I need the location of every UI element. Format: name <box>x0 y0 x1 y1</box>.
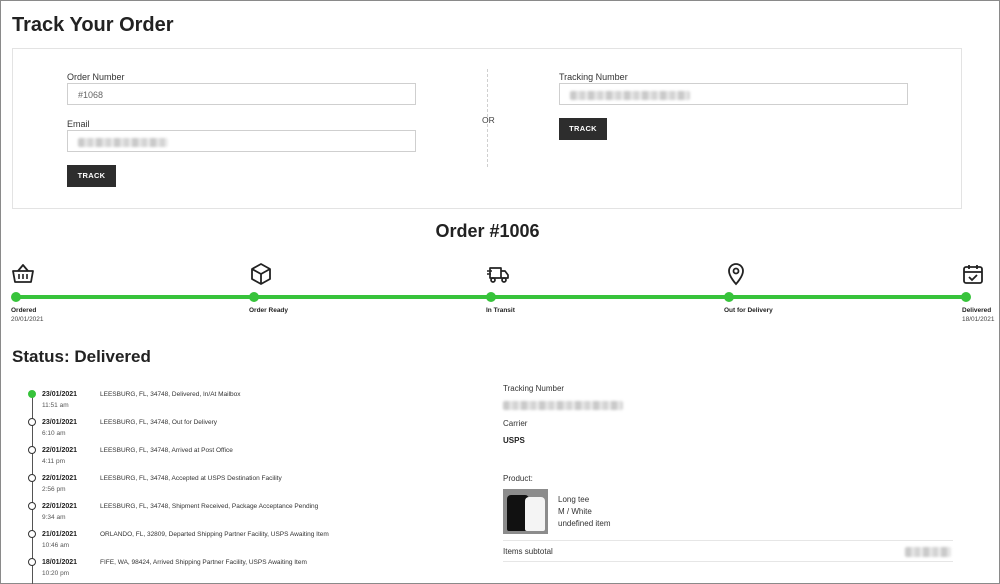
timeline-dot <box>28 530 36 538</box>
tracking-number-label: Tracking Number <box>559 72 628 82</box>
step-label: Out for Delivery <box>724 307 773 314</box>
items-subtotal-label: Items subtotal <box>503 547 553 556</box>
event-description: LEESBURG, FL, 34748, Delivered, In/At Ma… <box>100 391 241 398</box>
tracking-number-redacted <box>570 91 690 101</box>
step-label: Ordered <box>11 307 37 314</box>
step-label: Delivered <box>962 307 992 314</box>
order-number-label: Order Number <box>67 72 125 82</box>
timeline-dot <box>28 474 36 482</box>
step-dot <box>249 292 259 302</box>
tracking-number-heading: Tracking Number <box>503 384 565 393</box>
timeline-event: 23/01/2021 6:10 am LEESBURG, FL, 34748, … <box>18 416 488 444</box>
carrier-heading: Carrier <box>503 419 528 428</box>
calendar-check-icon <box>963 265 983 284</box>
event-description: LEESBURG, FL, 34748, Out for Delivery <box>100 419 218 426</box>
timeline-event: 21/01/2021 10:46 am ORLANDO, FL, 32809, … <box>18 528 488 556</box>
product-image <box>503 489 548 534</box>
event-time: 9:34 am <box>42 514 66 521</box>
event-date: 22/01/2021 <box>42 447 78 454</box>
white-tee <box>525 497 545 531</box>
event-date: 22/01/2021 <box>42 475 78 482</box>
event-date: 18/01/2021 <box>42 559 78 566</box>
email-redacted <box>78 138 168 148</box>
product-heading: Product: <box>503 474 533 483</box>
location-pin-icon <box>728 263 744 286</box>
timeline-dot <box>28 390 36 398</box>
or-separator: OR <box>482 115 495 125</box>
product-extra: undefined item <box>558 519 611 528</box>
step-dot <box>961 292 971 302</box>
timeline-dot <box>28 418 36 426</box>
product-variant: M / White <box>558 507 592 516</box>
track-order-button[interactable]: TRACK <box>67 165 116 187</box>
items-subtotal-row: Items subtotal <box>503 540 953 562</box>
email-field[interactable] <box>67 130 416 152</box>
event-time: 2:56 pm <box>42 486 66 493</box>
items-subtotal-redacted <box>905 547 951 557</box>
truck-icon <box>487 267 509 283</box>
order-title: Order #1006 <box>435 221 540 241</box>
product-name: Long tee <box>558 495 590 504</box>
event-time: 11:51 am <box>42 402 69 409</box>
page-title: Track Your Order <box>12 14 174 36</box>
timeline-dot <box>28 502 36 510</box>
timeline-event: 23/01/2021 11:51 am LEESBURG, FL, 34748,… <box>18 388 488 416</box>
step-dot <box>11 292 21 302</box>
event-description: LEESBURG, FL, 34748, Accepted at USPS De… <box>100 475 282 482</box>
carrier-value: USPS <box>503 436 525 445</box>
event-time: 6:10 am <box>42 430 66 437</box>
event-date: 23/01/2021 <box>42 419 78 426</box>
timeline-event: 22/01/2021 2:56 pm LEESBURG, FL, 34748, … <box>18 472 488 500</box>
event-time: 4:11 pm <box>42 458 66 465</box>
order-number-field[interactable] <box>67 83 416 105</box>
track-tracking-button[interactable]: TRACK <box>559 118 607 140</box>
event-date: 21/01/2021 <box>42 531 78 538</box>
step-label: Order Ready <box>249 307 289 314</box>
timeline-event: 18/01/2021 10:20 pm FIFE, WA, 98424, Arr… <box>18 556 488 584</box>
email-label: Email <box>67 119 90 129</box>
step-date: 18/01/2021 <box>962 316 995 323</box>
timeline-dot <box>28 446 36 454</box>
event-date: 22/01/2021 <box>42 503 78 510</box>
event-description: ORLANDO, FL, 32809, Departed Shipping Pa… <box>100 531 329 538</box>
event-date: 23/01/2021 <box>42 391 78 398</box>
order-number-input[interactable] <box>78 90 405 100</box>
timeline-event: 22/01/2021 9:34 am LEESBURG, FL, 34748, … <box>18 500 488 528</box>
timeline-event: 22/01/2021 4:11 pm LEESBURG, FL, 34748, … <box>18 444 488 472</box>
timeline-dot <box>28 558 36 566</box>
tracking-number-field[interactable] <box>559 83 908 105</box>
step-label: In Transit <box>486 307 515 314</box>
event-time: 10:46 am <box>42 542 70 549</box>
step-dot <box>486 292 496 302</box>
event-description: LEESBURG, FL, 34748, Shipment Received, … <box>100 503 319 510</box>
event-description: LEESBURG, FL, 34748, Arrived at Post Off… <box>100 447 233 454</box>
step-dot <box>724 292 734 302</box>
event-description: FIFE, WA, 98424, Arrived Shipping Partne… <box>100 559 307 566</box>
status-title: Status: Delivered <box>12 347 151 366</box>
tracking-number-value-redacted <box>503 401 623 410</box>
basket-icon <box>12 264 34 283</box>
event-time: 10:20 pm <box>42 570 70 577</box>
step-date: 20/01/2021 <box>11 316 44 323</box>
track-order-panel: Order Number Email TRACK OR Tracking Num… <box>12 48 962 209</box>
box-icon <box>251 263 271 285</box>
